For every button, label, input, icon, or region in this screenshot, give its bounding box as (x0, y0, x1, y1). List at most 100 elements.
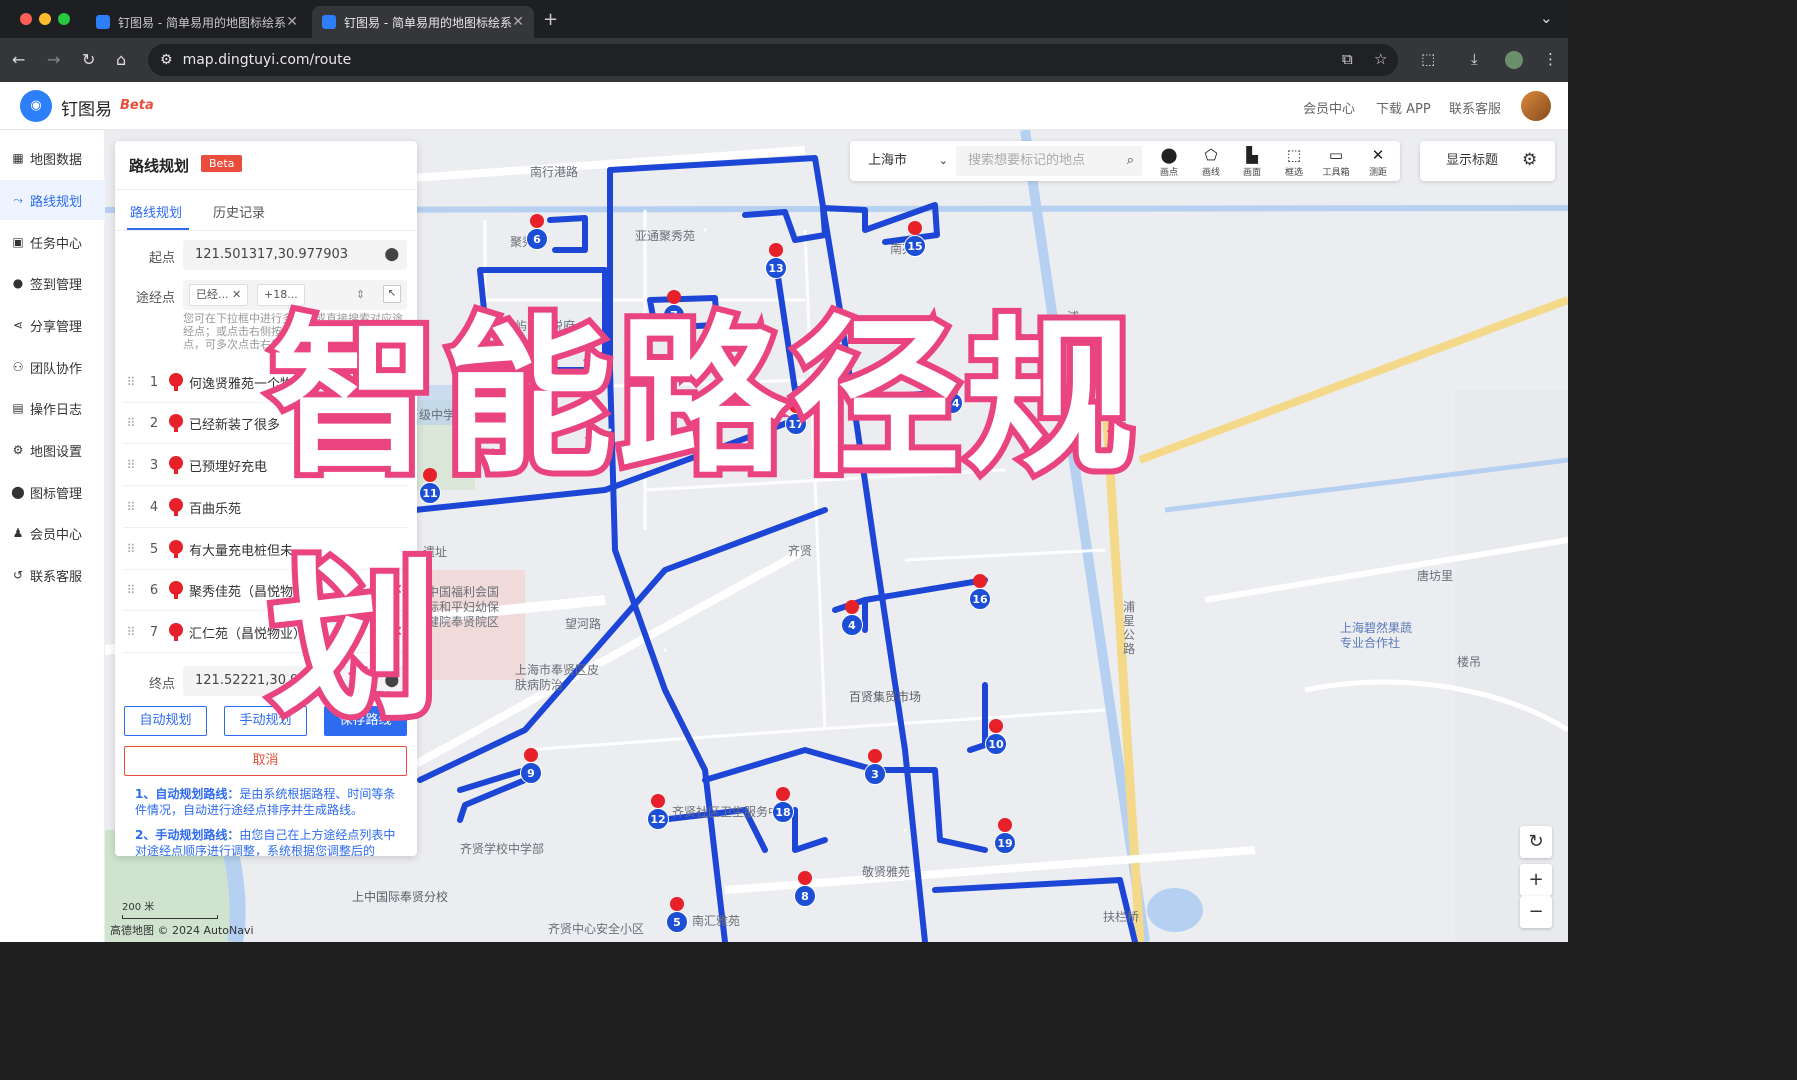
sidebar-item-settings[interactable]: ⚙ 地图设置 (0, 430, 105, 470)
sidebar-item-share[interactable]: ⋖ 分享管理 (0, 305, 105, 345)
log-icon: ▤ (12, 401, 24, 415)
sidebar-item-route[interactable]: ⤳ 路线规划 (0, 180, 105, 220)
chevron-down-icon: ⌄ (938, 154, 948, 167)
search-icon[interactable]: ⌕ (1127, 146, 1134, 176)
translate-icon[interactable]: ⧉ (1342, 50, 1353, 68)
minimize-window-button[interactable] (39, 13, 51, 25)
close-window-button[interactable] (20, 13, 32, 25)
drag-handle-icon[interactable]: ⠿ (123, 625, 139, 639)
sidebar-item-label: 团队协作 (30, 361, 83, 377)
url-text: map.dingtuyi.com/route (182, 52, 352, 68)
drag-handle-icon[interactable]: ⠿ (123, 500, 139, 514)
sidebar-item-member[interactable]: ♟ 会员中心 (0, 513, 105, 553)
red-pin-icon (169, 540, 183, 558)
url-input[interactable]: ⚙ map.dingtuyi.com/route (148, 44, 1398, 76)
scale-label: 200 米 (122, 902, 155, 913)
task-icon: ▣ (12, 235, 24, 249)
sidebar-item-label: 分享管理 (30, 319, 83, 335)
browser-menu-icon[interactable]: ⋮ (1543, 50, 1558, 68)
tool-toolbox[interactable]: ▭ 工具箱 (1318, 145, 1354, 178)
route-marker[interactable]: 3 (864, 749, 886, 785)
waypoint-number: 4 (149, 499, 159, 515)
share-icon: ⋖ (12, 318, 24, 332)
waypoint-number: 1 (149, 374, 159, 390)
back-icon[interactable]: ← (12, 50, 25, 69)
close-tab-icon[interactable]: ✕ (286, 14, 298, 30)
route-marker[interactable]: 12 (647, 794, 669, 830)
browser-tab-active[interactable]: 钉图易 - 简单易用的地图标绘系 ✕ (312, 6, 534, 38)
gear-icon[interactable]: ⚙ (1522, 150, 1537, 170)
site-info-icon[interactable]: ⚙ (160, 52, 173, 68)
route-marker[interactable]: 9 (520, 748, 542, 784)
tab-search-icon[interactable]: ⌄ (1540, 9, 1553, 27)
route-marker[interactable]: 15 (904, 221, 926, 257)
reset-view-button[interactable]: ↻ (1520, 826, 1552, 858)
tool-measure[interactable]: ✕ 测距 (1360, 145, 1396, 178)
map-label: 唐坊里 (1417, 569, 1454, 583)
start-point-value: 121.501317,30.977903 (195, 247, 349, 262)
remove-tag-icon[interactable]: ✕ (232, 288, 241, 301)
home-icon[interactable]: ⌂ (116, 50, 126, 69)
tool-label: 画点 (1159, 168, 1178, 178)
route-marker[interactable]: 5 (666, 897, 688, 933)
close-tab-icon[interactable]: ✕ (512, 14, 524, 30)
sidebar-item-label: 签到管理 (30, 277, 83, 293)
cancel-button[interactable]: 取消 (124, 746, 407, 776)
sidebar-item-team[interactable]: ⚇ 团队协作 (0, 347, 105, 387)
route-marker[interactable]: 19 (994, 818, 1016, 854)
scale-bar (122, 915, 218, 919)
drag-handle-icon[interactable]: ⠿ (123, 583, 139, 597)
browser-tab[interactable]: 钉图易 - 简单易用的地图标绘系 ✕ (86, 6, 308, 38)
tool-draw-point[interactable]: ⬤ 画点 (1151, 145, 1187, 178)
route-marker[interactable]: 6 (526, 214, 548, 250)
reload-icon[interactable]: ↻ (82, 50, 95, 69)
waypoint-number: 6 (149, 582, 159, 598)
app-logo-icon[interactable]: ◉ (20, 90, 52, 122)
header-link-member[interactable]: 会员中心 (1303, 98, 1355, 117)
app-brand[interactable]: 钉图易 (61, 95, 112, 120)
zoom-out-button[interactable]: − (1520, 896, 1552, 928)
map-scale: 200 米 (122, 898, 218, 919)
map-label: 敬贤雅苑 (862, 865, 911, 879)
profile-avatar[interactable] (1505, 51, 1523, 69)
tool-draw-polygon[interactable]: ▙ 画面 (1234, 145, 1270, 178)
search-input[interactable]: 搜索想要标记的地点 ⌕ (956, 146, 1142, 176)
tool-draw-line[interactable]: ⬠ 画线 (1193, 145, 1229, 178)
sidebar-item-icons[interactable]: ⬤ 图标管理 (0, 472, 105, 512)
city-select[interactable]: 上海市 ⌄ (858, 146, 954, 176)
panel-tabs: 路线规划 历史记录 (115, 189, 417, 231)
header-link-download[interactable]: 下载 APP (1376, 98, 1431, 117)
drag-handle-icon[interactable]: ⠿ (123, 458, 139, 472)
sidebar-item-map-data[interactable]: ▦ 地图数据 (0, 138, 105, 178)
map-label: 齐贤中心安全小区 (548, 922, 645, 936)
route-marker[interactable]: 18 (772, 787, 794, 823)
grid-icon: ▦ (12, 151, 24, 165)
sidebar-item-log[interactable]: ▤ 操作日志 (0, 388, 105, 428)
auto-plan-button[interactable]: 自动规划 (124, 706, 207, 736)
header-link-support[interactable]: 联系客服 (1449, 98, 1501, 117)
tab-route-planning[interactable]: 路线规划 (130, 202, 182, 221)
maximize-window-button[interactable] (58, 13, 70, 25)
map-label: 扶栏桥 (1103, 910, 1140, 924)
route-marker[interactable]: 8 (794, 871, 816, 907)
sidebar-item-tasks[interactable]: ▣ 任务中心 (0, 222, 105, 262)
drag-handle-icon[interactable]: ⠿ (123, 416, 139, 430)
drag-handle-icon[interactable]: ⠿ (123, 542, 139, 556)
zoom-in-button[interactable]: + (1520, 864, 1552, 896)
checkin-icon: ● (12, 276, 24, 290)
waypoint-tag[interactable]: 已经... ✕ (189, 284, 249, 306)
pin-icon: ⬤ (11, 485, 25, 499)
new-tab-icon[interactable]: + (543, 9, 558, 30)
drag-handle-icon[interactable]: ⠿ (123, 375, 139, 389)
user-avatar[interactable] (1521, 91, 1551, 121)
red-pin-icon (169, 581, 183, 599)
tool-label: 框选 (1284, 168, 1303, 178)
download-icon[interactable]: ⤓ (1471, 50, 1478, 68)
extensions-icon[interactable]: ⬚ (1421, 50, 1435, 68)
sidebar-item-checkin[interactable]: ● 签到管理 (0, 263, 105, 303)
tool-box-select[interactable]: ⬚ 框选 (1276, 145, 1312, 178)
sidebar-item-support[interactable]: ↺ 联系客服 (0, 555, 105, 595)
bookmark-star-icon[interactable]: ☆ (1374, 50, 1387, 68)
forward-icon[interactable]: → (47, 50, 60, 69)
tab-history[interactable]: 历史记录 (213, 202, 265, 221)
